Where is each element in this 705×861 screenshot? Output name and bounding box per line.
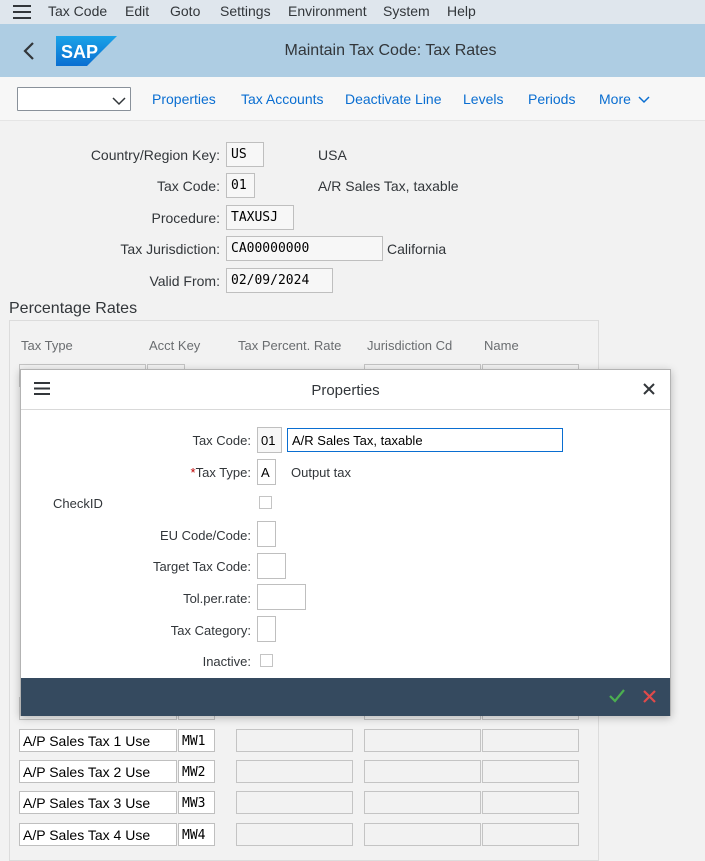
acct-key-cell[interactable]: MW2 (178, 760, 215, 783)
hamburger-icon[interactable] (0, 0, 44, 24)
tax-type-field[interactable]: A (257, 459, 276, 485)
tax-code-description-input[interactable]: A/R Sales Tax, taxable (287, 428, 563, 452)
tax-code-field[interactable]: 01 (226, 173, 255, 198)
col-header-tax-rate: Tax Percent. Rate (238, 338, 342, 353)
tol-per-rate-label: Tol.per.rate: (183, 591, 251, 606)
levels-button[interactable]: Levels (463, 91, 503, 107)
name-cell[interactable] (482, 823, 579, 846)
country-label: Country/Region Key: (90, 147, 220, 163)
tax-type-cell[interactable]: A/P Sales Tax 3 Use (19, 791, 177, 814)
dialog-tax-type-label: *Tax Type: (191, 465, 251, 480)
col-header-tax-type: Tax Type (21, 338, 73, 353)
rate-cell[interactable] (236, 729, 353, 752)
check-icon[interactable] (609, 689, 625, 708)
title-bar: SAP Maintain Tax Code: Tax Rates (0, 24, 705, 77)
procedure-field[interactable]: TAXUSJ (226, 205, 294, 230)
action-select[interactable] (17, 87, 131, 111)
jurisdiction-cell[interactable] (364, 823, 481, 846)
col-header-name: Name (484, 338, 519, 353)
tax-code-label: Tax Code: (156, 178, 220, 194)
acct-key-cell[interactable]: MW3 (178, 791, 215, 814)
inactive-label: Inactive: (202, 654, 251, 669)
tax-type-cell[interactable]: A/P Sales Tax 4 Use (19, 823, 177, 846)
inactive-checkbox[interactable] (260, 654, 273, 667)
country-field[interactable]: US (226, 142, 264, 167)
eu-code-field[interactable] (257, 521, 276, 547)
menu-system[interactable]: System (383, 3, 430, 19)
cancel-icon[interactable] (642, 689, 657, 709)
jurisdiction-cell[interactable] (364, 760, 481, 783)
tax-type-text: Output tax (291, 465, 351, 480)
tax-type-cell[interactable]: A/P Sales Tax 2 Use (19, 760, 177, 783)
menu-settings[interactable]: Settings (220, 3, 271, 19)
jurisdiction-cell[interactable] (364, 729, 481, 752)
valid-from-label: Valid From: (149, 273, 220, 289)
chevron-down-icon (638, 96, 650, 104)
checkid-checkbox[interactable] (259, 496, 272, 509)
name-cell[interactable] (482, 760, 579, 783)
chevron-down-icon (112, 93, 126, 111)
procedure-label: Procedure: (151, 210, 220, 226)
name-cell[interactable] (482, 729, 579, 752)
acct-key-cell[interactable]: MW4 (178, 823, 215, 846)
toolbar: Properties Tax Accounts Deactivate Line … (0, 77, 705, 121)
periods-button[interactable]: Periods (528, 91, 575, 107)
dialog-tax-code-label: Tax Code: (192, 433, 251, 448)
tax-code-text: A/R Sales Tax, taxable (318, 178, 459, 194)
target-tax-code-label: Target Tax Code: (152, 559, 251, 574)
country-text: USA (318, 147, 347, 163)
tol-per-rate-field[interactable] (257, 584, 306, 610)
target-tax-code-field[interactable] (257, 553, 286, 579)
dialog-header: Properties (21, 370, 670, 410)
tax-category-label: Tax Category: (170, 623, 251, 638)
col-header-jurisdiction: Jurisdiction Cd (367, 338, 453, 353)
menu-tax-code[interactable]: Tax Code (48, 3, 107, 19)
rate-cell[interactable] (236, 760, 353, 783)
tax-type-label-text: Tax Type: (195, 465, 251, 480)
acct-key-cell[interactable]: MW1 (178, 729, 215, 752)
dialog-title: Properties (311, 382, 380, 399)
jurisdiction-text: California (387, 241, 447, 257)
deactivate-line-button[interactable]: Deactivate Line (345, 91, 442, 107)
tax-type-cell[interactable]: A/P Sales Tax 1 Use (19, 729, 177, 752)
valid-from-field[interactable]: 02/09/2024 (226, 268, 333, 293)
menu-edit[interactable]: Edit (125, 3, 149, 19)
menu-goto[interactable]: Goto (170, 3, 200, 19)
checkid-label: CheckID (53, 496, 103, 511)
percentage-rates-title: Percentage Rates (9, 300, 138, 317)
name-cell[interactable] (482, 791, 579, 814)
rate-cell[interactable] (236, 791, 353, 814)
menu-environment[interactable]: Environment (288, 3, 367, 19)
jurisdiction-cell[interactable] (364, 791, 481, 814)
more-label: More (599, 91, 631, 107)
close-icon[interactable] (642, 382, 656, 401)
col-header-acct-key: Acct Key (149, 338, 201, 353)
menu-bar: Tax Code Edit Goto Settings Environment … (0, 0, 705, 24)
tax-category-field[interactable] (257, 616, 276, 642)
rate-cell[interactable] (236, 823, 353, 846)
eu-code-label: EU Code/Code: (159, 528, 251, 543)
page-title: Maintain Tax Code: Tax Rates (284, 42, 497, 59)
jurisdiction-label: Tax Jurisdiction: (120, 241, 220, 257)
more-button[interactable]: More (599, 91, 650, 107)
properties-dialog: Properties Tax Code: 01 A/R Sales Tax, t… (20, 369, 671, 716)
menu-help[interactable]: Help (447, 3, 476, 19)
dialog-tax-code-field[interactable]: 01 (257, 427, 282, 453)
tax-accounts-button[interactable]: Tax Accounts (241, 91, 324, 107)
jurisdiction-field[interactable]: CA00000000 (226, 236, 383, 261)
dialog-footer (21, 678, 670, 716)
properties-button[interactable]: Properties (152, 91, 216, 107)
